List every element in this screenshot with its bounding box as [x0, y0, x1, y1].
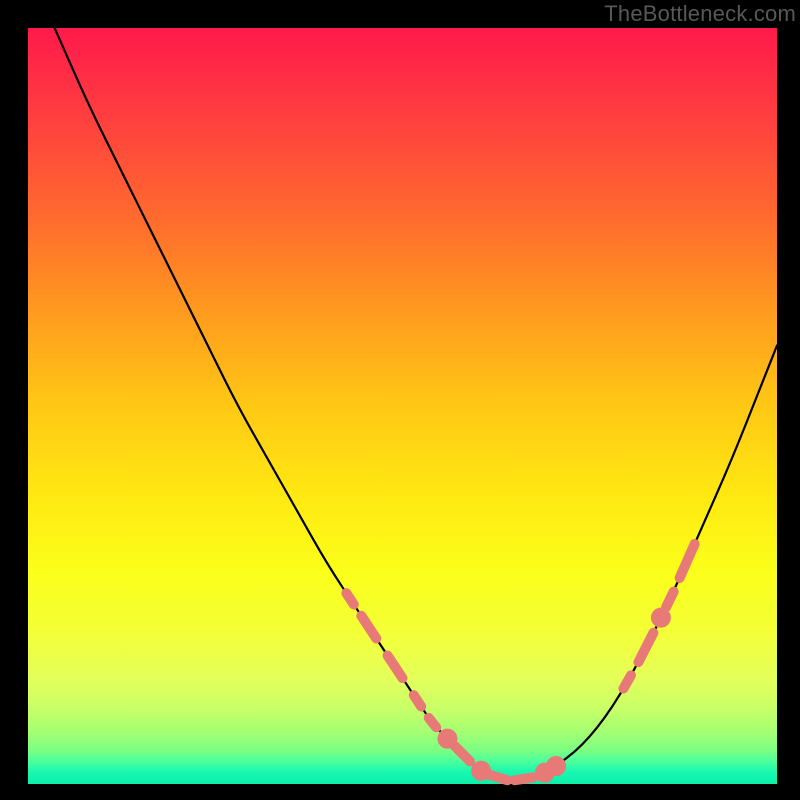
- chart-svg: [28, 28, 777, 784]
- highlight-dash: [623, 675, 630, 688]
- highlight-dot: [442, 734, 452, 744]
- highlight-dash: [346, 593, 353, 604]
- highlight-dot: [656, 613, 666, 623]
- highlight-dash: [638, 633, 653, 662]
- plot-area: [28, 28, 777, 784]
- highlight-dash: [361, 616, 376, 639]
- highlight-dash: [489, 775, 508, 781]
- watermark-text: TheBottleneck.com: [604, 1, 796, 27]
- bottleneck-curve: [28, 0, 777, 780]
- highlight-dash: [429, 718, 436, 727]
- chart-frame: TheBottleneck.com: [0, 0, 800, 800]
- highlight-dash: [414, 695, 421, 706]
- highlight-dash: [666, 592, 673, 608]
- highlight-dash: [455, 746, 470, 761]
- highlight-dash: [388, 655, 403, 678]
- highlight-dot: [551, 761, 561, 771]
- highlight-dash: [680, 544, 695, 578]
- highlight-layer: [346, 544, 694, 780]
- highlight-dash: [515, 777, 534, 780]
